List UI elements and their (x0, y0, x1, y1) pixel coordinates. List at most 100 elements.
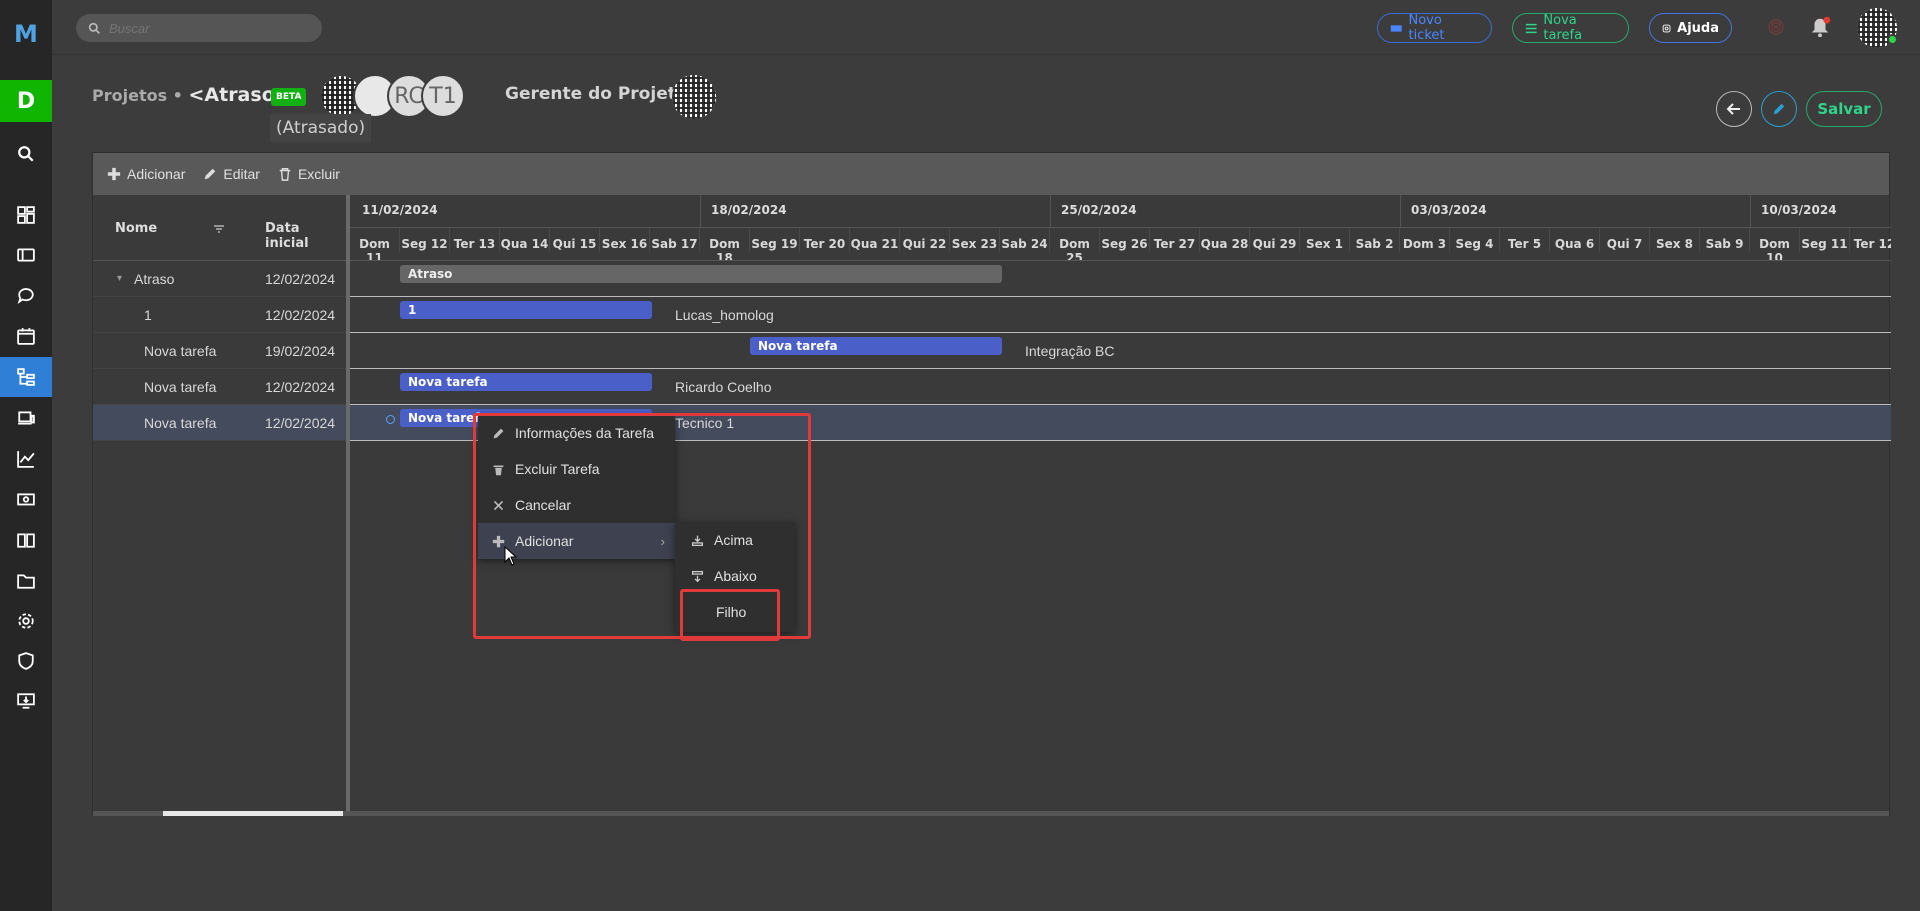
money-icon[interactable] (0, 480, 52, 520)
save-button[interactable]: Salvar (1806, 91, 1882, 127)
task-start: 12/02/2024 (265, 271, 336, 287)
breadcrumb-section[interactable]: Projetos • (92, 86, 183, 105)
download-icon[interactable] (0, 681, 52, 721)
ticket-icon (1390, 24, 1402, 32)
week-label: 25/02/2024 (1061, 203, 1137, 217)
week-separator (1400, 195, 1401, 227)
chart-row: 1 Lucas_homolog (350, 297, 1891, 333)
column-header-start-date[interactable]: Data inicial (265, 221, 346, 251)
breadcrumb: Projetos • <Atraso> (92, 84, 291, 106)
day-label: Qua 14 (500, 228, 550, 252)
task-bar[interactable]: 1 (400, 301, 652, 319)
project-bar[interactable]: Atraso (400, 265, 1002, 283)
chart-icon[interactable] (0, 439, 52, 479)
edit-project-button[interactable] (1761, 91, 1797, 127)
day-label: Dom 25 (1050, 228, 1100, 260)
topbar: Novo ticket Nova tarefa Ajuda (52, 0, 1920, 55)
day-label: Sex 8 (1650, 228, 1700, 252)
day-label: Sab 2 (1350, 228, 1400, 252)
task-bar[interactable]: Nova tarefa (400, 373, 652, 391)
projects-icon[interactable] (0, 357, 52, 397)
day-label: Ter 12 (1850, 228, 1891, 252)
week-separator (1750, 195, 1751, 227)
day-label: Qua 21 (850, 228, 900, 252)
grid-row[interactable]: 1 12/02/2024 (93, 297, 346, 333)
search-icon (88, 22, 100, 34)
grid-row[interactable]: ▾ Atraso 12/02/2024 (93, 261, 346, 297)
edit-task-button[interactable]: Editar (203, 166, 260, 182)
column-header-name[interactable]: Nome (115, 221, 157, 236)
member-initials: T1 (429, 83, 457, 109)
ticket-icon[interactable] (0, 235, 52, 275)
day-label: Seg 26 (1100, 228, 1150, 252)
add-task-button[interactable]: Adicionar (107, 166, 185, 182)
mouse-cursor-icon (504, 546, 518, 566)
day-label: Ter 13 (450, 228, 500, 252)
filter-icon[interactable] (213, 223, 225, 235)
day-label: Dom 18 (700, 228, 750, 260)
devices-icon[interactable] (0, 398, 52, 438)
day-label: Ter 20 (800, 228, 850, 252)
task-assignee: Lucas_homolog (675, 307, 774, 323)
day-label: Sex 23 (950, 228, 1000, 252)
week-label: 10/03/2024 (1761, 203, 1837, 217)
delete-task-button[interactable]: Excluir (278, 166, 340, 182)
back-button[interactable] (1716, 91, 1752, 127)
book-icon[interactable] (0, 520, 52, 560)
task-start: 12/02/2024 (265, 415, 336, 431)
list-icon (1525, 23, 1537, 33)
folder-icon[interactable] (0, 561, 52, 601)
task-assignee: Integração BC (1025, 343, 1115, 359)
manager-avatar[interactable] (672, 75, 716, 119)
search-box[interactable] (76, 14, 322, 42)
day-label: Seg 12 (400, 228, 450, 252)
day-label: Qui 29 (1250, 228, 1300, 252)
trash-icon (279, 168, 291, 181)
collapse-icon[interactable]: ▾ (117, 273, 122, 284)
new-ticket-button[interactable]: Novo ticket (1377, 13, 1492, 43)
fingerprint-icon[interactable] (1765, 16, 1787, 38)
search-input[interactable] (109, 20, 309, 36)
day-label: Sex 1 (1300, 228, 1350, 252)
task-name: Atraso (134, 271, 175, 287)
day-label: Sab 17 (650, 228, 700, 252)
sidebar: M D (0, 0, 52, 911)
task-bar[interactable]: Nova tarefa (750, 337, 1002, 355)
task-assignee: Ricardo Coelho (675, 379, 772, 395)
day-label: Qui 15 (550, 228, 600, 252)
highlight-box-child (680, 589, 780, 641)
member-initials: RC (394, 83, 424, 109)
gantt-chart: Adicionar Editar Excluir Nome Data inici… (92, 152, 1891, 816)
help-button[interactable]: Ajuda (1649, 13, 1732, 43)
online-status-dot (1887, 34, 1898, 45)
app-logo[interactable]: M (0, 16, 52, 52)
sidebar-search-icon[interactable] (0, 134, 52, 174)
new-ticket-label: Novo ticket (1408, 13, 1445, 43)
member-avatar-t1[interactable]: T1 (421, 74, 465, 118)
grid-row-selected[interactable]: Nova tarefa 12/02/2024 (93, 405, 346, 441)
task-start: 12/02/2024 (265, 307, 336, 323)
shield-icon[interactable] (0, 641, 52, 681)
week-label: 03/03/2024 (1411, 203, 1487, 217)
chat-icon[interactable] (0, 275, 52, 315)
workspace-badge[interactable]: D (0, 80, 52, 122)
task-name: Nova tarefa (144, 343, 217, 359)
calendar-icon[interactable] (0, 316, 52, 356)
edit-label: Editar (223, 166, 260, 182)
task-start: 19/02/2024 (265, 343, 336, 359)
scrollbar-thumb[interactable] (163, 811, 343, 816)
chart-row: Nova tarefa Integração BC (350, 333, 1891, 369)
help-icon (1662, 24, 1671, 32)
bell-icon[interactable] (1809, 16, 1831, 38)
grid-header: Nome Data inicial (93, 195, 346, 261)
grid-row[interactable]: Nova tarefa 19/02/2024 (93, 333, 346, 369)
grid-row[interactable]: Nova tarefa 12/02/2024 (93, 369, 346, 405)
gear-icon[interactable] (0, 601, 52, 641)
dashboard-icon[interactable] (0, 195, 52, 235)
horizontal-scrollbar[interactable] (93, 811, 1889, 816)
link-handle[interactable] (386, 415, 395, 424)
task-name: Nova tarefa (144, 415, 217, 431)
day-label: Sab 9 (1700, 228, 1750, 252)
new-task-button[interactable]: Nova tarefa (1512, 13, 1629, 43)
day-label: Qua 6 (1550, 228, 1600, 252)
